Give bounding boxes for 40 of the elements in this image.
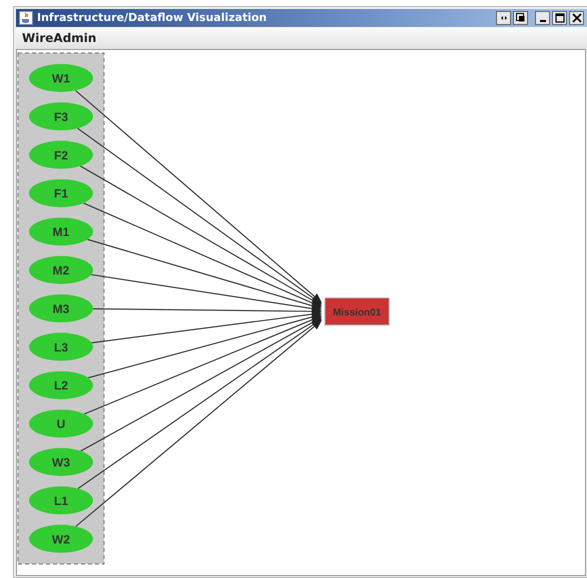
source-node[interactable] — [29, 179, 93, 208]
node-label: F3 — [54, 110, 68, 124]
maximize-button[interactable] — [552, 10, 567, 25]
source-node[interactable] — [29, 102, 93, 130]
node-label: W3 — [52, 455, 70, 470]
node-label: L3 — [54, 340, 68, 354]
source-node[interactable] — [29, 217, 93, 246]
maximize-icon — [554, 12, 564, 23]
source-node[interactable] — [29, 256, 93, 284]
node-label: L2 — [54, 378, 68, 393]
node-label: M2 — [52, 263, 70, 278]
node-label: U — [56, 416, 66, 431]
node-label: M3 — [52, 302, 70, 316]
minimize-icon — [540, 20, 546, 22]
source-node[interactable] — [29, 64, 93, 92]
source-node[interactable] — [29, 448, 93, 476]
source-node[interactable] — [29, 486, 93, 514]
dot-arrows-icon — [500, 14, 508, 22]
source-node[interactable] — [29, 140, 93, 169]
close-button[interactable] — [569, 10, 584, 25]
source-node[interactable] — [29, 524, 93, 553]
node-label: L1 — [54, 494, 68, 508]
node-label: F2 — [54, 148, 68, 162]
source-node[interactable] — [29, 332, 93, 361]
source-node[interactable] — [29, 409, 93, 438]
source-node[interactable] — [29, 294, 93, 322]
menu-item[interactable]: WireAdmin — [20, 30, 98, 45]
close-icon — [572, 12, 582, 23]
window-title: Infrastructure/Dataflow Visualization — [37, 11, 268, 24]
node-label: M1 — [52, 224, 70, 239]
node-label: F1 — [54, 186, 68, 201]
node-label: W1 — [52, 71, 70, 86]
source-node[interactable] — [29, 371, 93, 400]
minimize-button[interactable] — [535, 10, 550, 25]
detach-button[interactable] — [513, 10, 528, 25]
window-icon — [516, 13, 525, 22]
node-label: Mission01 — [332, 307, 382, 318]
target-node[interactable] — [324, 297, 390, 326]
cup-icon — [19, 10, 33, 25]
node-label: W2 — [52, 532, 70, 546]
